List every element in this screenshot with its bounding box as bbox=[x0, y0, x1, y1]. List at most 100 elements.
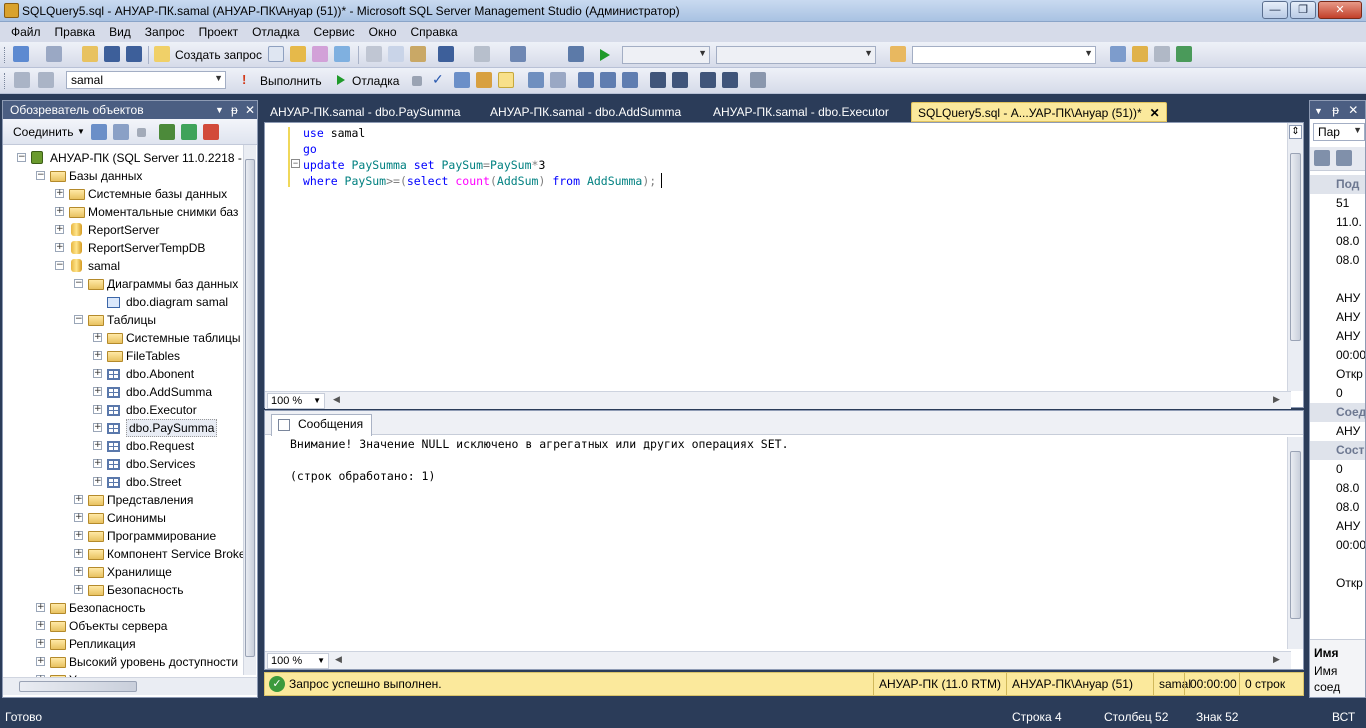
property-category[interactable]: Соед bbox=[1310, 403, 1365, 422]
property-value[interactable]: 00:00 bbox=[1310, 346, 1365, 365]
property-value[interactable]: Откр bbox=[1310, 574, 1365, 593]
collapse-icon[interactable]: − bbox=[74, 279, 83, 288]
intellisense-icon[interactable] bbox=[498, 72, 514, 88]
split-icon[interactable]: ⇕ bbox=[1289, 125, 1302, 139]
save-icon[interactable] bbox=[104, 46, 120, 62]
property-value[interactable]: 11.0. bbox=[1310, 213, 1365, 232]
alphabetical-icon[interactable] bbox=[1336, 150, 1352, 166]
panel-menu-icon[interactable]: ▼ bbox=[1314, 106, 1323, 116]
comment-icon[interactable] bbox=[650, 72, 666, 88]
expand-icon[interactable]: + bbox=[55, 189, 64, 198]
menu-item-2[interactable]: Вид bbox=[102, 23, 138, 41]
property-value[interactable]: 51 bbox=[1310, 194, 1365, 213]
close-panel-icon[interactable]: ✕ bbox=[245, 101, 255, 119]
client-statistics-icon[interactable] bbox=[550, 72, 566, 88]
expand-icon[interactable]: + bbox=[74, 567, 83, 576]
mdx-query-icon[interactable] bbox=[290, 46, 306, 62]
menu-item-8[interactable]: Справка bbox=[404, 23, 465, 41]
expand-icon[interactable]: + bbox=[93, 369, 102, 378]
db-engine-query-icon[interactable] bbox=[268, 46, 284, 62]
results-to-file-icon[interactable] bbox=[622, 72, 638, 88]
editor-zoom-select[interactable]: 100 % ▼ bbox=[267, 393, 325, 409]
expand-icon[interactable]: + bbox=[93, 423, 102, 432]
stop-icon[interactable] bbox=[137, 128, 146, 137]
change-connection-icon[interactable] bbox=[38, 72, 54, 88]
minimize-button[interactable]: — bbox=[1262, 1, 1288, 19]
property-category[interactable]: Сост bbox=[1310, 441, 1365, 460]
debug-target-icon[interactable] bbox=[568, 46, 584, 62]
property-value[interactable]: 0 bbox=[1310, 460, 1365, 479]
close-tab-icon[interactable]: ✕ bbox=[1150, 106, 1160, 120]
paste-icon[interactable] bbox=[410, 46, 426, 62]
property-value[interactable]: 08.0 bbox=[1310, 498, 1365, 517]
increase-indent-icon[interactable] bbox=[722, 72, 738, 88]
undo-icon[interactable] bbox=[438, 46, 454, 62]
solution-platforms-select[interactable]: ▼ bbox=[716, 46, 876, 64]
display-plan-icon[interactable] bbox=[454, 72, 470, 88]
menu-item-7[interactable]: Окно bbox=[362, 23, 404, 41]
property-value[interactable] bbox=[1310, 555, 1365, 574]
expand-icon[interactable]: + bbox=[74, 585, 83, 594]
tree-horizontal-scrollbar[interactable] bbox=[3, 677, 257, 695]
document-tab[interactable]: АНУАР-ПК.samal - dbo.PaySumma bbox=[264, 102, 467, 122]
expand-icon[interactable]: + bbox=[74, 495, 83, 504]
activity-monitor-icon[interactable] bbox=[203, 124, 219, 140]
expand-icon[interactable]: + bbox=[93, 333, 102, 342]
dmx-query-icon[interactable] bbox=[312, 46, 328, 62]
editor-vertical-scrollbar[interactable]: ⇕ bbox=[1287, 123, 1303, 391]
specify-values-icon[interactable] bbox=[750, 72, 766, 88]
document-tab[interactable]: АНУАР-ПК.samal - dbo.Executor bbox=[707, 102, 895, 122]
expand-icon[interactable]: + bbox=[55, 243, 64, 252]
close-button[interactable]: ✕ bbox=[1318, 1, 1362, 19]
results-vertical-scrollbar[interactable] bbox=[1287, 437, 1303, 649]
maximize-button[interactable]: ❐ bbox=[1290, 1, 1316, 19]
code-area[interactable]: use samal go update PaySumma set PaySum=Pa… bbox=[265, 123, 1285, 389]
registered-servers-icon[interactable] bbox=[1110, 46, 1126, 62]
property-value[interactable]: АНУ bbox=[1310, 289, 1365, 308]
find-combo[interactable]: ▼ bbox=[912, 46, 1096, 64]
expand-icon[interactable]: + bbox=[93, 405, 102, 414]
collapse-icon[interactable]: − bbox=[74, 315, 83, 324]
debug-icon[interactable] bbox=[337, 75, 345, 85]
property-value[interactable]: 00:00 bbox=[1310, 536, 1365, 555]
redo-icon[interactable] bbox=[474, 46, 490, 62]
scroll-thumb[interactable] bbox=[1290, 451, 1301, 619]
execute-button[interactable]: Выполнить bbox=[260, 74, 322, 88]
connect-object-explorer-icon[interactable] bbox=[91, 124, 107, 140]
toolbar-grip[interactable] bbox=[4, 47, 7, 63]
new-project-icon[interactable] bbox=[13, 46, 29, 62]
save-all-icon[interactable] bbox=[126, 46, 142, 62]
results-zoom-select[interactable]: 100 % ▼ bbox=[267, 653, 329, 669]
cancel-query-icon[interactable] bbox=[412, 76, 422, 86]
close-panel-icon[interactable]: ✕ bbox=[1348, 103, 1358, 117]
categorized-icon[interactable] bbox=[1314, 150, 1330, 166]
object-explorer-icon[interactable] bbox=[1132, 46, 1148, 62]
scroll-left-icon[interactable]: ◀ bbox=[335, 654, 342, 665]
execute-icon[interactable]: ! bbox=[242, 72, 246, 87]
expand-icon[interactable]: + bbox=[93, 387, 102, 396]
property-category[interactable]: Под bbox=[1310, 175, 1365, 194]
parse-icon[interactable]: ✓ bbox=[432, 71, 444, 88]
expand-icon[interactable]: + bbox=[36, 603, 45, 612]
messages-tab[interactable]: Сообщения bbox=[271, 414, 373, 436]
menu-item-4[interactable]: Проект bbox=[192, 23, 246, 41]
scroll-thumb[interactable] bbox=[1290, 153, 1301, 341]
cut-icon[interactable] bbox=[366, 46, 382, 62]
menu-item-0[interactable]: Файл bbox=[4, 23, 48, 41]
collapse-icon[interactable]: − bbox=[36, 171, 45, 180]
expand-icon[interactable]: + bbox=[55, 225, 64, 234]
query-editor[interactable]: − use samal go update PaySumma set PaySum=… bbox=[264, 122, 1304, 409]
expand-icon[interactable]: + bbox=[55, 207, 64, 216]
pin-icon[interactable]: ᵽ bbox=[231, 101, 238, 119]
toolbar-grip[interactable] bbox=[4, 73, 7, 89]
property-value[interactable]: 08.0 bbox=[1310, 251, 1365, 270]
property-value[interactable]: 0 bbox=[1310, 384, 1365, 403]
results-to-grid-icon[interactable] bbox=[600, 72, 616, 88]
include-plan-icon[interactable] bbox=[528, 72, 544, 88]
scroll-right-icon[interactable]: ▶ bbox=[1273, 394, 1280, 405]
refresh-icon[interactable] bbox=[181, 124, 197, 140]
add-item-icon[interactable] bbox=[46, 46, 62, 62]
collapse-icon[interactable]: − bbox=[17, 153, 26, 162]
debug-button[interactable]: Отладка bbox=[352, 74, 399, 88]
menu-item-6[interactable]: Сервис bbox=[307, 23, 362, 41]
